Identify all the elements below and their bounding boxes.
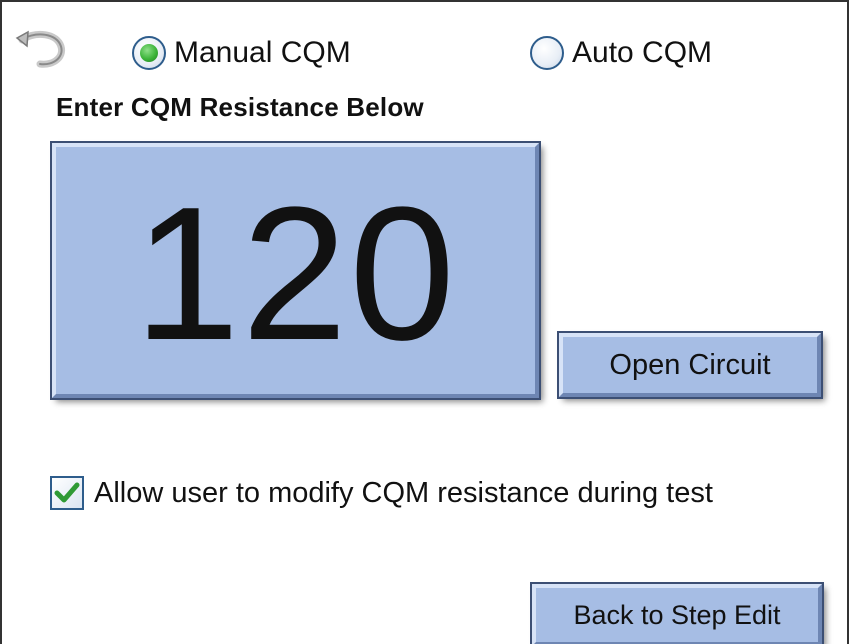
- allow-modify-checkbox-row[interactable]: Allow user to modify CQM resistance duri…: [50, 476, 713, 510]
- open-circuit-button[interactable]: Open Circuit: [557, 331, 823, 399]
- resistance-value: 120: [133, 167, 457, 380]
- radio-unselected-icon[interactable]: [530, 36, 564, 70]
- radio-dot-icon: [140, 44, 158, 62]
- back-to-step-edit-label: Back to Step Edit: [573, 599, 781, 630]
- allow-modify-checkbox[interactable]: [50, 476, 84, 510]
- radio-selected-icon[interactable]: [132, 36, 166, 70]
- back-arrow-icon[interactable]: [14, 28, 70, 72]
- back-to-step-edit-button[interactable]: Back to Step Edit: [530, 582, 824, 644]
- cqm-settings-screen: Manual CQM Auto CQM Enter CQM Resistance…: [0, 0, 849, 644]
- auto-cqm-label: Auto CQM: [572, 36, 713, 69]
- auto-cqm-radio[interactable]: Auto CQM: [530, 36, 712, 70]
- section-title: Enter CQM Resistance Below: [56, 92, 424, 122]
- allow-modify-label: Allow user to modify CQM resistance duri…: [94, 476, 713, 509]
- resistance-value-button[interactable]: 120: [50, 141, 541, 400]
- manual-cqm-radio[interactable]: Manual CQM: [132, 36, 351, 70]
- checkmark-icon: [54, 482, 80, 503]
- manual-cqm-label: Manual CQM: [174, 36, 351, 69]
- open-circuit-label: Open Circuit: [609, 348, 771, 381]
